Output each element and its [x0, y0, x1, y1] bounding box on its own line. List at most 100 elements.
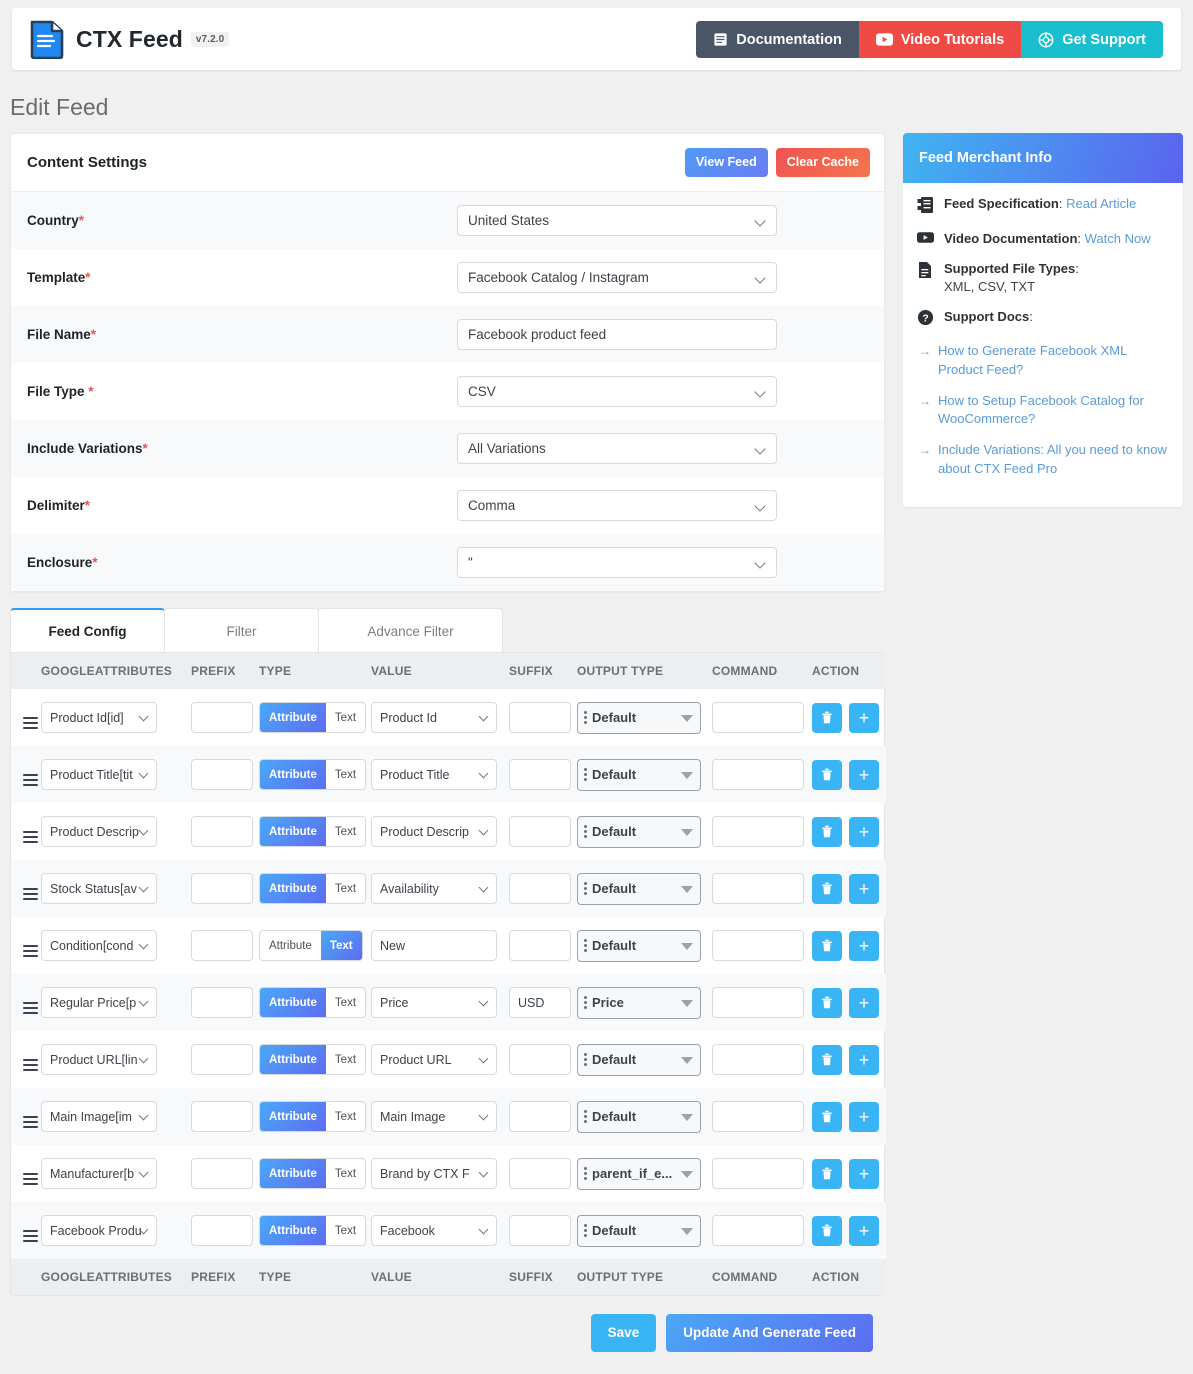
type-option-text[interactable]: Text [326, 1159, 365, 1188]
delete-row-button[interactable] [812, 702, 842, 733]
delete-row-button[interactable] [812, 873, 842, 904]
delete-row-button[interactable] [812, 1215, 842, 1246]
suffix-input[interactable] [509, 873, 571, 904]
country-select[interactable]: United States [457, 205, 777, 236]
suffix-input[interactable]: USD [509, 987, 571, 1018]
type-option-text[interactable]: Text [326, 988, 365, 1017]
delimiter-select[interactable]: Comma [457, 490, 777, 521]
doc-link-generate-facebook-xml[interactable]: How to Generate Facebook XML Product Fee… [938, 342, 1169, 380]
type-option-text[interactable]: Text [326, 760, 365, 789]
delete-row-button[interactable] [812, 930, 842, 961]
type-toggle[interactable]: Attribute Text [259, 702, 367, 733]
value-select[interactable]: Availability [371, 873, 497, 904]
value-select[interactable]: Facebook [371, 1215, 497, 1246]
prefix-input[interactable] [191, 1215, 253, 1246]
prefix-input[interactable] [191, 873, 253, 904]
suffix-input[interactable] [509, 702, 571, 733]
delete-row-button[interactable] [812, 987, 842, 1018]
drag-handle-icon[interactable] [23, 774, 38, 786]
output-type-select[interactable]: Default [577, 872, 701, 905]
suffix-input[interactable] [509, 759, 571, 790]
type-toggle[interactable]: Attribute Text [259, 1101, 367, 1132]
prefix-input[interactable] [191, 987, 253, 1018]
command-input[interactable] [712, 987, 804, 1018]
command-input[interactable] [712, 1044, 804, 1075]
command-input[interactable] [712, 873, 804, 904]
type-toggle[interactable]: Attribute Text [259, 873, 367, 904]
output-type-select[interactable]: Default [577, 815, 701, 848]
command-input[interactable] [712, 702, 804, 733]
add-row-button[interactable]: + [849, 1101, 879, 1132]
type-toggle[interactable]: Attribute Text [259, 987, 367, 1018]
drag-handle-icon[interactable] [23, 1116, 38, 1128]
clear-cache-button[interactable]: Clear Cache [775, 148, 870, 177]
command-input[interactable] [712, 1215, 804, 1246]
template-select[interactable]: Facebook Catalog / Instagram [457, 262, 777, 293]
add-row-button[interactable]: + [849, 1215, 879, 1246]
file-type-select[interactable]: CSV [457, 376, 777, 407]
attribute-select[interactable]: Manufacturer[b [41, 1158, 157, 1189]
type-option-attribute[interactable]: Attribute [260, 760, 326, 789]
doc-link-setup-facebook-catalog[interactable]: How to Setup Facebook Catalog for WooCom… [938, 392, 1169, 430]
attribute-select[interactable]: Regular Price[p [41, 987, 157, 1018]
attribute-select[interactable]: Stock Status[av [41, 873, 157, 904]
type-option-text[interactable]: Text [326, 817, 365, 846]
prefix-input[interactable] [191, 816, 253, 847]
suffix-input[interactable] [509, 1158, 571, 1189]
output-type-select[interactable]: Default [577, 701, 701, 734]
type-option-text[interactable]: Text [326, 703, 365, 732]
value-input[interactable]: New [371, 930, 497, 961]
command-input[interactable] [712, 759, 804, 790]
type-option-attribute[interactable]: Attribute [260, 1159, 326, 1188]
type-option-attribute[interactable]: Attribute [260, 1102, 326, 1131]
video-tutorials-button[interactable]: Video Tutorials [858, 21, 1022, 58]
suffix-input[interactable] [509, 1044, 571, 1075]
delete-row-button[interactable] [812, 759, 842, 790]
enclosure-select[interactable]: " [457, 547, 777, 578]
value-select[interactable]: Main Image [371, 1101, 497, 1132]
type-option-attribute[interactable]: Attribute [260, 988, 326, 1017]
type-option-text[interactable]: Text [326, 1216, 365, 1245]
delete-row-button[interactable] [812, 1101, 842, 1132]
documentation-button[interactable]: Documentation [696, 21, 859, 58]
prefix-input[interactable] [191, 759, 253, 790]
output-type-select[interactable]: Default [577, 758, 701, 791]
type-toggle[interactable]: Attribute Text [259, 759, 367, 790]
type-toggle[interactable]: Attribute Text [259, 1044, 367, 1075]
type-toggle[interactable]: Attribute Text [259, 930, 363, 961]
delete-row-button[interactable] [812, 816, 842, 847]
prefix-input[interactable] [191, 930, 253, 961]
type-option-attribute[interactable]: Attribute [260, 931, 321, 960]
value-select[interactable]: Product URL [371, 1044, 497, 1075]
add-row-button[interactable]: + [849, 873, 879, 904]
value-select[interactable]: Price [371, 987, 497, 1018]
suffix-input[interactable] [509, 1215, 571, 1246]
output-type-select[interactable]: Default [577, 1100, 701, 1133]
type-option-text[interactable]: Text [326, 874, 365, 903]
output-type-select[interactable]: Price [577, 986, 701, 1019]
attribute-select[interactable]: Product URL[lin [41, 1044, 157, 1075]
output-type-select[interactable]: Default [577, 1214, 701, 1247]
type-option-text[interactable]: Text [320, 931, 362, 960]
drag-handle-icon[interactable] [23, 1230, 38, 1242]
prefix-input[interactable] [191, 1158, 253, 1189]
command-input[interactable] [712, 1158, 804, 1189]
drag-handle-icon[interactable] [23, 1059, 38, 1071]
type-option-attribute[interactable]: Attribute [260, 874, 326, 903]
attribute-select[interactable]: Product Title[tit [41, 759, 157, 790]
output-type-select[interactable]: Default [577, 1043, 701, 1076]
watch-now-link[interactable]: Watch Now [1085, 231, 1151, 246]
get-support-button[interactable]: Get Support [1021, 21, 1163, 58]
command-input[interactable] [712, 1101, 804, 1132]
command-input[interactable] [712, 816, 804, 847]
add-row-button[interactable]: + [849, 987, 879, 1018]
prefix-input[interactable] [191, 1044, 253, 1075]
type-option-attribute[interactable]: Attribute [260, 703, 326, 732]
tab-filter[interactable]: Filter [164, 608, 319, 652]
value-select[interactable]: Product Title [371, 759, 497, 790]
type-option-attribute[interactable]: Attribute [260, 1045, 326, 1074]
suffix-input[interactable] [509, 1101, 571, 1132]
attribute-select[interactable]: Product Id[id] [41, 702, 157, 733]
suffix-input[interactable] [509, 816, 571, 847]
attribute-select[interactable]: Product Descrip [41, 816, 157, 847]
